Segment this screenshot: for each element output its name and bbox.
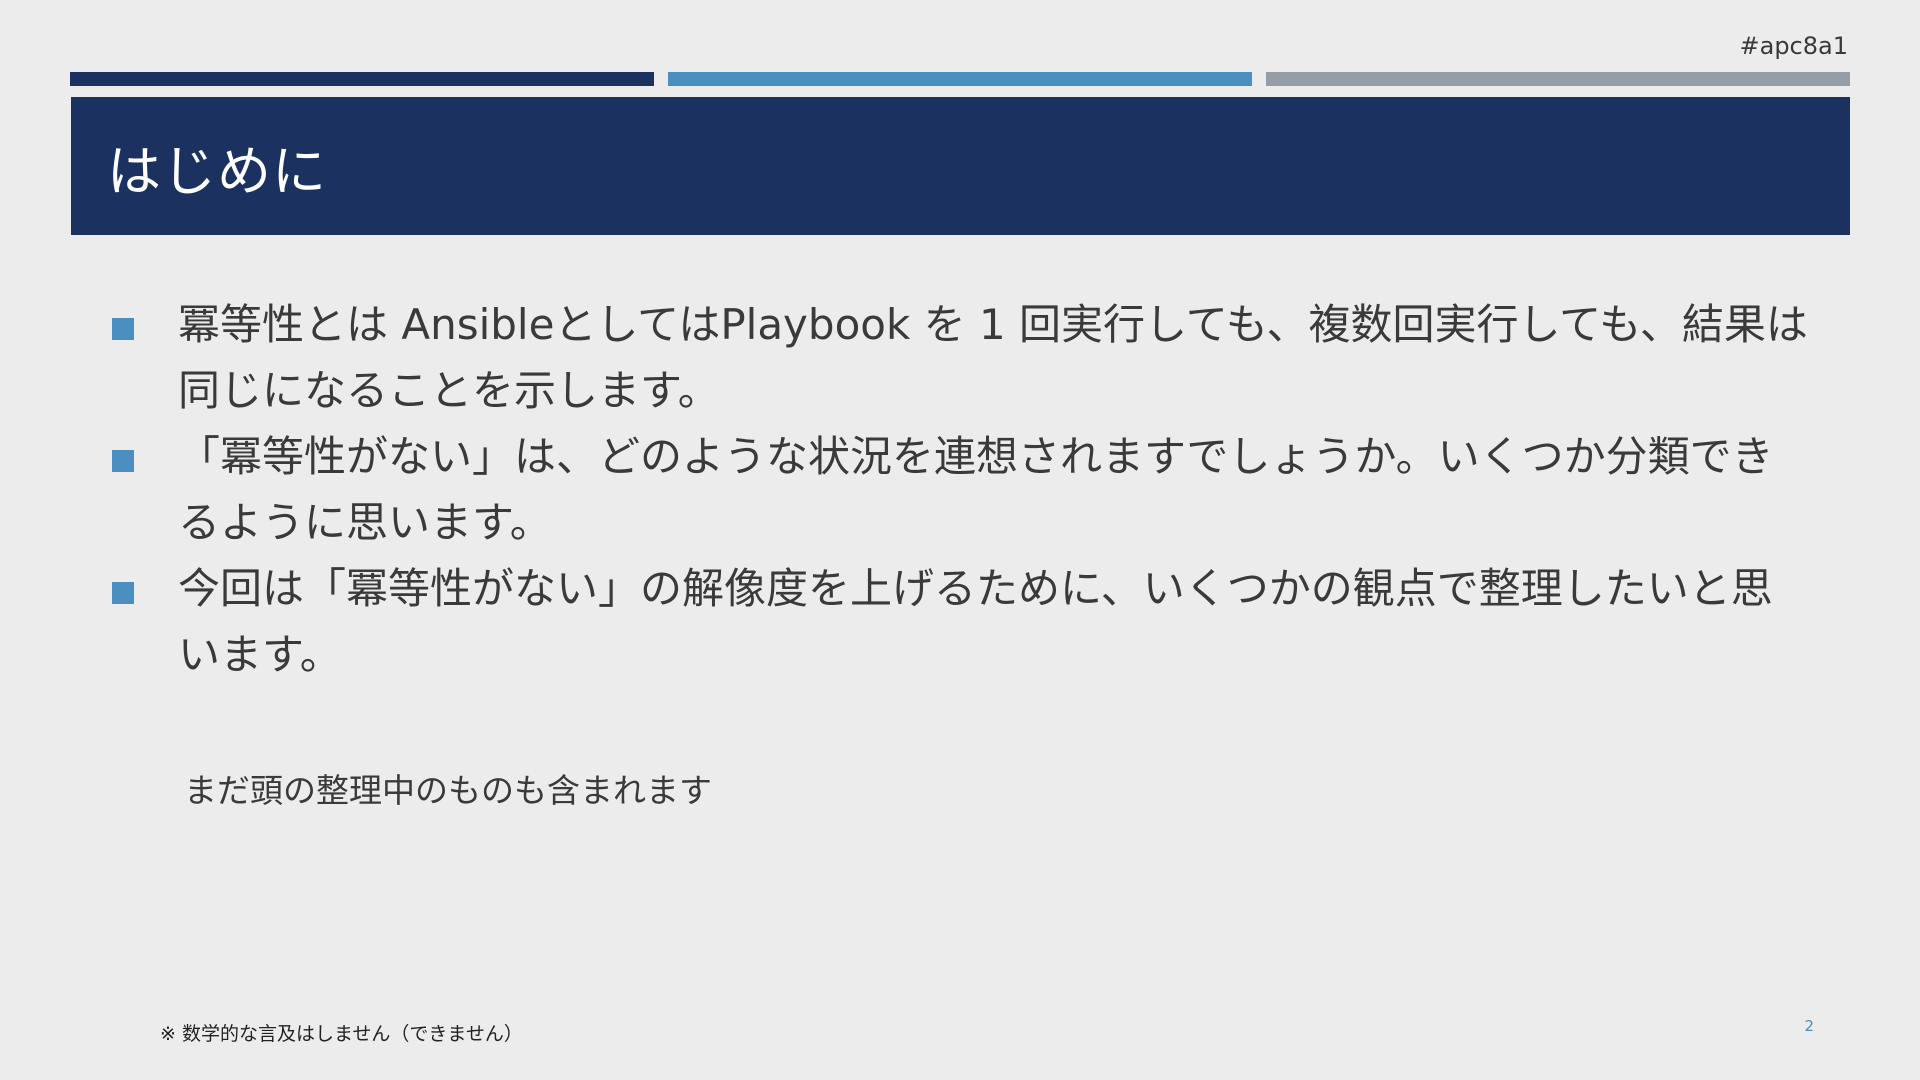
bullet-item: 今回は「冪等性がない」の解像度を上げるために、いくつかの観点で整理したいと思いま…	[112, 556, 1812, 688]
bullet-list: 冪等性とは AnsibleとしてはPlaybook を 1 回実行しても、複数回…	[112, 292, 1812, 688]
accent-bar-navy	[70, 72, 654, 86]
footnote: ※ 数学的な言及はしません（できません）	[160, 1023, 523, 1045]
bullet-item: 冪等性とは AnsibleとしてはPlaybook を 1 回実行しても、複数回…	[112, 292, 1812, 424]
accent-bars	[70, 72, 1850, 86]
bullet-text: 今回は「冪等性がない」の解像度を上げるために、いくつかの観点で整理したいと思いま…	[178, 564, 1773, 679]
page-number: 2	[1804, 1017, 1814, 1035]
slide-title: はじめに	[107, 139, 327, 203]
square-bullet-icon	[112, 318, 134, 340]
bullet-text: 冪等性とは AnsibleとしてはPlaybook を 1 回実行しても、複数回…	[178, 300, 1808, 415]
bullet-text: 「冪等性がない」は、どのような状況を連想されますでしょうか。いくつか分類できるよ…	[178, 432, 1774, 547]
square-bullet-icon	[112, 450, 134, 472]
square-bullet-icon	[112, 582, 134, 604]
bullet-item: 「冪等性がない」は、どのような状況を連想されますでしょうか。いくつか分類できるよ…	[112, 424, 1812, 556]
accent-bar-gray	[1266, 72, 1850, 86]
accent-bar-blue	[668, 72, 1252, 86]
slide-tag: #apc8a1	[1739, 32, 1849, 60]
slide-note: まだ頭の整理中のものも含まれます	[184, 771, 712, 810]
title-banner: はじめに	[71, 97, 1850, 235]
